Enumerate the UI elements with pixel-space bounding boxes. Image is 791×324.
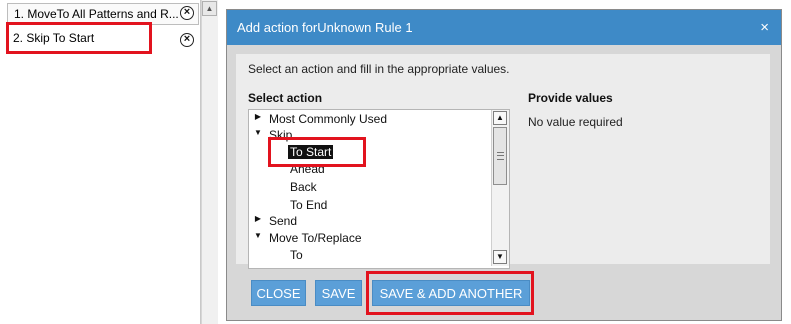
tree-item-move-to-replace[interactable]: Move To/Replace — [269, 230, 362, 246]
scroll-up-icon[interactable]: ▲ — [202, 1, 217, 16]
rule-list-panel: 1. MoveTo All Patterns and R... × 2. Ski… — [0, 0, 201, 324]
rule-item-label: 1. MoveTo All Patterns and R... — [14, 7, 179, 21]
tree-item-to[interactable]: To — [290, 247, 303, 263]
rule-item-1[interactable]: 1. MoveTo All Patterns and R... — [7, 3, 199, 25]
tree-item-to-end[interactable]: To End — [290, 197, 327, 213]
grip-icon — [497, 152, 504, 160]
remove-rule-2-icon[interactable]: × — [180, 33, 194, 47]
remove-rule-1-icon[interactable]: × — [180, 6, 194, 20]
dialog-body: Select an action and fill in the appropr… — [236, 54, 770, 269]
collapsed-arrow-icon[interactable]: ▶ — [253, 112, 263, 121]
scroll-up-icon[interactable]: ▲ — [493, 111, 507, 125]
provide-values-text: No value required — [528, 115, 623, 129]
action-tree: ▶ Most Commonly Used ▼ Skip To Start Ahe… — [248, 109, 510, 269]
expanded-arrow-icon[interactable]: ▼ — [253, 128, 263, 137]
rule-item-2[interactable]: 2. Skip To Start — [7, 28, 197, 48]
add-action-dialog: Add action forUnknown Rule 1 × Select an… — [226, 9, 782, 321]
tree-item-back[interactable]: Back — [290, 179, 317, 195]
tree-item-most-commonly-used[interactable]: Most Commonly Used — [269, 111, 387, 127]
close-icon[interactable]: × — [760, 10, 769, 45]
collapsed-arrow-icon[interactable]: ▶ — [253, 214, 263, 223]
scrollbar-thumb[interactable] — [493, 127, 507, 185]
instruction-text: Select an action and fill in the appropr… — [248, 62, 510, 76]
save-button[interactable]: SAVE — [315, 280, 362, 306]
dialog-title-bar: Add action forUnknown Rule 1 × — [227, 10, 781, 45]
left-panel-scrollbar[interactable]: ▲ — [201, 0, 218, 324]
close-button[interactable]: CLOSE — [251, 280, 306, 306]
select-action-heading: Select action — [248, 91, 323, 105]
tree-item-to-start[interactable]: To Start — [288, 144, 334, 160]
expanded-arrow-icon[interactable]: ▼ — [253, 231, 263, 240]
rule-item-label: 2. Skip To Start — [13, 31, 95, 45]
tree-scrollbar[interactable]: ▲ ▼ — [491, 110, 509, 266]
scroll-down-icon[interactable]: ▼ — [493, 250, 507, 264]
tree-item-ahead[interactable]: Ahead — [290, 161, 325, 177]
tree-item-send[interactable]: Send — [269, 213, 297, 229]
provide-values-heading: Provide values — [528, 91, 613, 105]
save-and-add-another-button[interactable]: SAVE & ADD ANOTHER — [372, 280, 530, 306]
dialog-title: Add action forUnknown Rule 1 — [237, 20, 413, 35]
tree-item-skip[interactable]: Skip — [269, 127, 292, 143]
